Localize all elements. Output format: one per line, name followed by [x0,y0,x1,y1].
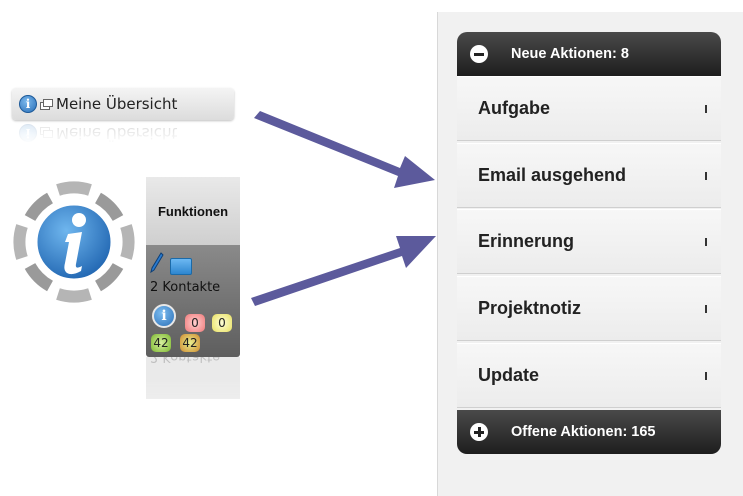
new-actions-label: Neue Aktionen: 8 [511,46,629,62]
badge-red[interactable]: 0 [185,314,205,332]
badge-yellow[interactable]: 0 [212,314,232,332]
action-item-email[interactable]: Email ausgehend [457,143,721,208]
plus-icon [470,423,488,441]
badge-green[interactable]: 42 [151,334,171,352]
chevron-right-icon [705,237,707,246]
open-actions-header[interactable]: Offene Aktionen: 165 [457,410,721,454]
open-actions-label: Offene Aktionen: 165 [511,424,656,440]
pointer-arrows [251,111,436,306]
window-icon [40,99,53,110]
functions-header[interactable]: Funktionen [146,177,240,245]
action-item-label: Update [478,365,540,385]
new-actions-header[interactable]: Neue Aktionen: 8 [457,32,721,76]
overview-label: Meine Übersicht [56,95,178,113]
contacts-count[interactable]: 2 Kontakte [150,280,220,295]
action-item-label: Projektnotiz [478,298,582,318]
chevron-right-icon [705,171,707,180]
overview-tab[interactable]: i Meine Übersicht [12,88,234,120]
action-item-erinnerung[interactable]: Erinnerung [457,209,721,274]
action-item-aufgabe[interactable]: Aufgabe [457,76,721,141]
chevron-right-icon [705,304,707,313]
chevron-right-icon [705,104,707,113]
overview-reflection: i Meine Übersicht [12,122,234,144]
action-item-label: Email ausgehend [478,165,627,185]
action-item-projektnotiz[interactable]: Projektnotiz [457,276,721,341]
folder-icon[interactable] [170,258,192,275]
badge-orange[interactable]: 42 [180,334,200,352]
minus-icon [470,45,488,63]
action-item-label: Erinnerung [478,231,575,251]
action-item-label: Aufgabe [478,98,550,118]
functions-title: Funktionen [157,203,229,219]
pencil-icon[interactable] [150,252,164,274]
info-icon[interactable]: i [152,304,176,328]
action-item-update[interactable]: Update [457,343,721,408]
large-info-icon [13,181,135,303]
info-icon: i [19,95,37,113]
chevron-right-icon [705,371,707,380]
functions-reflection: 2 Kontakte i 0 0 42 42 [146,357,240,447]
